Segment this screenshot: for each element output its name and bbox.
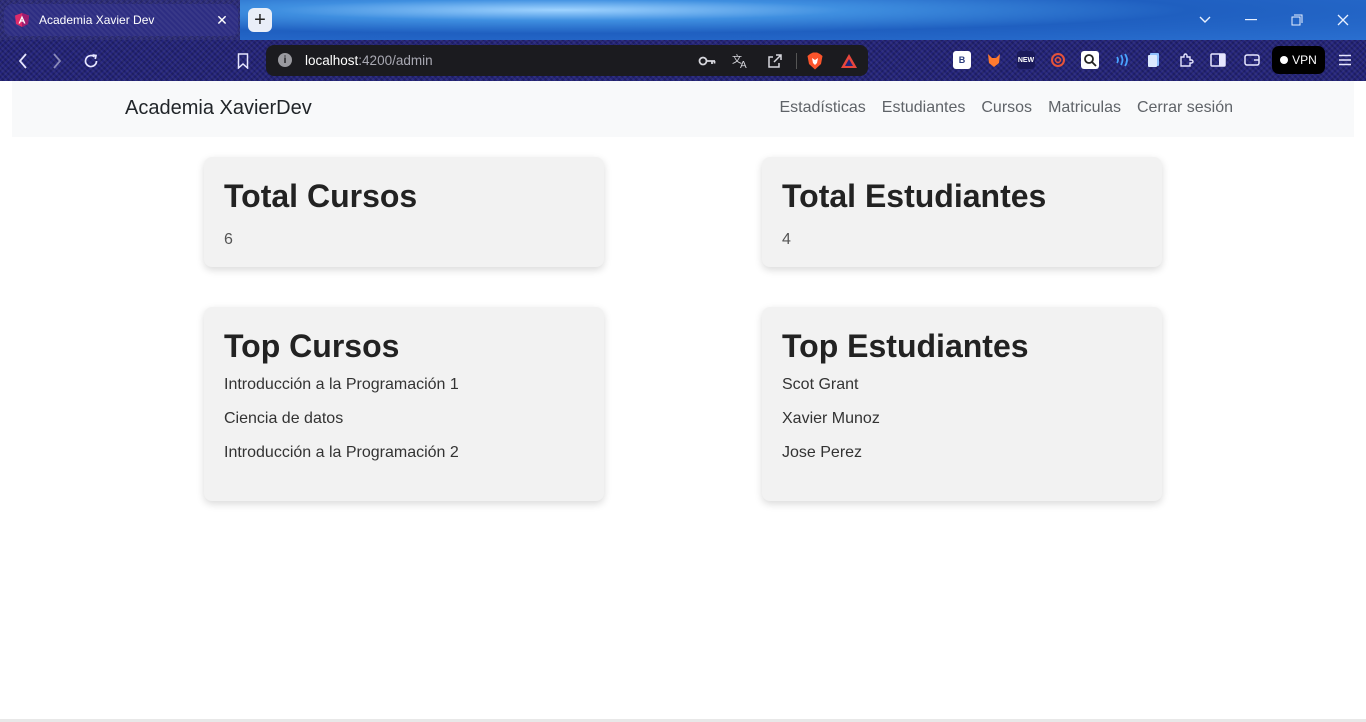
bookmark-icon[interactable]	[232, 50, 254, 72]
brand-logo[interactable]: Academia XavierDev	[125, 97, 312, 120]
extension-new-icon[interactable]: NEW	[1017, 51, 1035, 69]
top-students-card: Top Estudiantes Scot Grant Xavier Munoz …	[762, 307, 1162, 501]
omnibox-divider	[796, 53, 797, 69]
extension-openai-icon[interactable]	[1049, 51, 1067, 69]
nav-link-logout[interactable]: Cerrar sesión	[1137, 99, 1233, 117]
nav-links: Estadísticas Estudiantes Cursos Matricul…	[780, 99, 1234, 117]
brave-shields-icon[interactable]	[806, 52, 824, 70]
list-item: Introducción a la Programación 2	[224, 444, 459, 461]
extension-waves-icon[interactable]	[1113, 51, 1131, 69]
key-icon[interactable]	[698, 52, 716, 70]
list-item: Xavier Munoz	[782, 410, 880, 427]
tab-search-chevron-icon[interactable]	[1195, 10, 1215, 30]
nav-link-estudiantes[interactable]: Estudiantes	[882, 99, 966, 117]
new-tab-button[interactable]: +	[248, 8, 272, 32]
back-button[interactable]	[12, 50, 34, 72]
extension-fox-icon[interactable]	[985, 51, 1003, 69]
extensions-puzzle-icon[interactable]	[1177, 51, 1195, 69]
vpn-button[interactable]: VPN	[1272, 46, 1325, 74]
card-title: Total Estudiantes	[782, 178, 1047, 214]
top-courses-list: Introducción a la Programación 1 Ciencia…	[224, 375, 584, 477]
tab-strip: Academia Xavier Dev ✕ +	[0, 0, 1366, 40]
nav-link-cursos[interactable]: Cursos	[981, 99, 1032, 117]
site-navbar: Academia XavierDev Estadísticas Estudian…	[12, 81, 1354, 137]
menu-icon[interactable]	[1336, 51, 1354, 69]
url-text[interactable]: localhost:4200/admin	[305, 53, 433, 68]
sidebar-toggle-icon[interactable]	[1209, 51, 1227, 69]
minimize-button[interactable]	[1241, 10, 1261, 30]
nav-link-matriculas[interactable]: Matriculas	[1048, 99, 1121, 117]
svg-text:A: A	[740, 60, 747, 69]
extension-search-icon[interactable]	[1081, 51, 1099, 69]
translate-icon[interactable]: 文A	[732, 52, 750, 70]
site-info-icon[interactable]: i	[278, 53, 292, 67]
browser-toolbar: i localhost:4200/admin 文A B NEW VPN	[0, 40, 1366, 81]
total-courses-card: Total Cursos 6	[204, 157, 604, 267]
card-title: Top Estudiantes	[782, 328, 1029, 364]
total-students-value: 4	[782, 231, 791, 248]
wallet-icon[interactable]	[1243, 51, 1261, 69]
brave-rewards-icon[interactable]	[840, 52, 858, 70]
tab-active[interactable]: Academia Xavier Dev ✕	[4, 4, 238, 36]
card-title: Total Cursos	[224, 178, 418, 214]
total-courses-value: 6	[224, 231, 233, 248]
tab-close-icon[interactable]: ✕	[214, 12, 230, 28]
extension-b-icon[interactable]: B	[953, 51, 971, 69]
angular-favicon-icon	[15, 13, 29, 27]
vpn-label: VPN	[1292, 53, 1317, 67]
top-students-list: Scot Grant Xavier Munoz Jose Perez	[782, 375, 1142, 477]
list-item: Ciencia de datos	[224, 410, 344, 427]
card-title: Top Cursos	[224, 328, 400, 364]
list-item: Introducción a la Programación 1	[224, 376, 459, 393]
share-icon[interactable]	[766, 52, 784, 70]
tab-title: Academia Xavier Dev	[39, 13, 155, 27]
address-bar[interactable]: i localhost:4200/admin 文A	[266, 45, 868, 76]
nav-link-estadisticas[interactable]: Estadísticas	[780, 99, 866, 117]
total-students-card: Total Estudiantes 4	[762, 157, 1162, 267]
vpn-status-icon	[1280, 56, 1289, 64]
extension-pages-icon[interactable]	[1145, 51, 1163, 69]
reload-button[interactable]	[80, 50, 102, 72]
forward-button[interactable]	[46, 50, 68, 72]
close-window-button[interactable]	[1333, 10, 1353, 30]
list-item: Scot Grant	[782, 376, 859, 393]
top-courses-card: Top Cursos Introducción a la Programació…	[204, 307, 604, 501]
list-item: Jose Perez	[782, 444, 863, 461]
restore-button[interactable]	[1287, 10, 1307, 30]
